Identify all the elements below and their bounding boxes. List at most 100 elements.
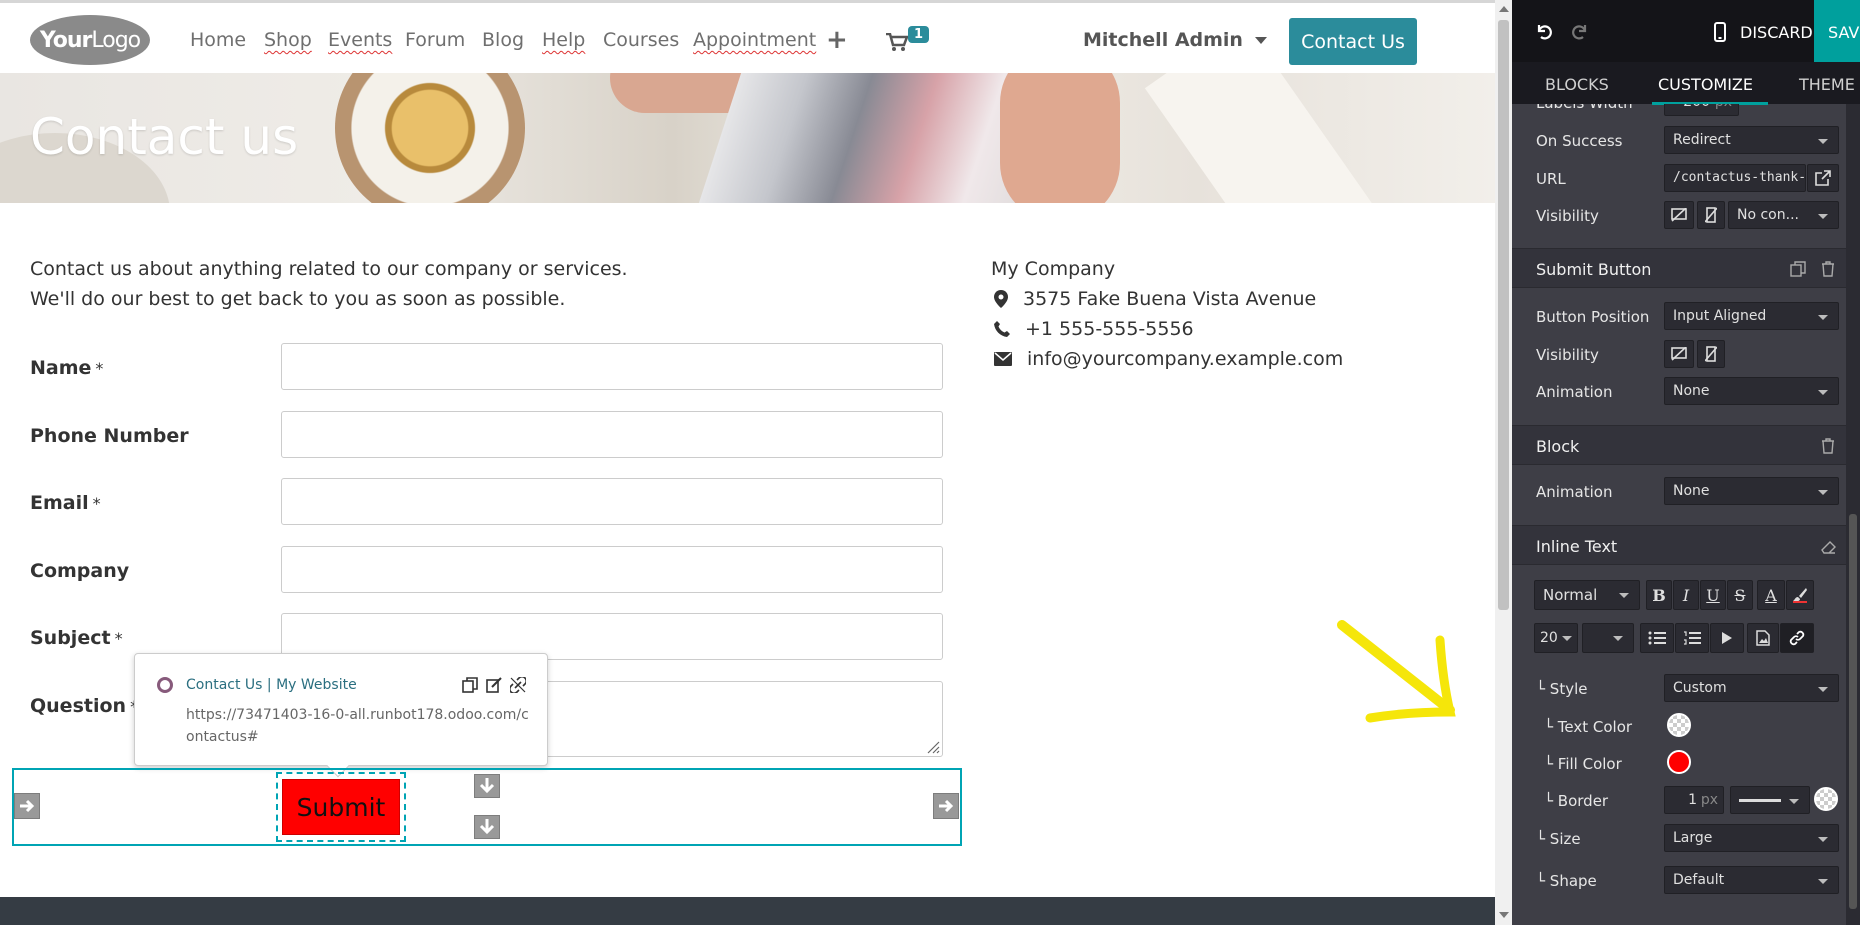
user-menu[interactable]: Mitchell Admin (1083, 29, 1267, 51)
company-phone: +1 555-555-5556 (1025, 318, 1194, 340)
scrollbar-thumb[interactable] (1498, 20, 1509, 610)
labels-width-input[interactable]: 200 px (1664, 104, 1739, 116)
arrow-down-icon (479, 819, 495, 835)
shape-select[interactable]: Default (1664, 866, 1839, 894)
underline-button[interactable]: U (1700, 580, 1726, 610)
size-label: └ Size (1536, 830, 1581, 848)
edit-link-icon[interactable] (486, 677, 502, 693)
unlink-icon[interactable] (510, 677, 526, 693)
site-footer (0, 897, 1495, 925)
border-label: └ Border (1544, 792, 1609, 810)
tab-blocks[interactable]: BLOCKS (1545, 75, 1609, 94)
nav-shop[interactable]: Shop (264, 29, 312, 51)
odoo-logo-icon (157, 677, 173, 693)
visibility-mobile-toggle[interactable] (1697, 201, 1725, 229)
nav-home[interactable]: Home (190, 29, 246, 51)
submit-visibility-mobile-toggle[interactable] (1697, 340, 1725, 368)
tab-customize[interactable]: CUSTOMIZE (1658, 75, 1753, 94)
italic-button[interactable]: I (1673, 580, 1699, 610)
nav-courses[interactable]: Courses (603, 29, 679, 51)
trash-icon[interactable] (1820, 438, 1836, 454)
site-scrollbar[interactable] (1495, 0, 1512, 925)
email-input[interactable] (281, 478, 943, 525)
text-color-swatch[interactable] (1667, 713, 1691, 737)
numbered-list-button[interactable] (1675, 623, 1709, 653)
popover-link-title[interactable]: Contact Us | My Website (186, 677, 357, 693)
checklist-button[interactable] (1710, 623, 1744, 653)
move-right-handle[interactable] (933, 793, 959, 819)
trash-icon[interactable] (1820, 261, 1836, 277)
block-animation-value: None (1673, 483, 1710, 499)
style-select[interactable]: Custom (1664, 674, 1839, 702)
labels-width-label: Labels Width (1536, 104, 1633, 112)
line-height-select[interactable] (1582, 623, 1634, 653)
save-button[interactable]: SAVE (1814, 0, 1860, 62)
block-animation-select[interactable]: None (1664, 477, 1839, 505)
copy-link-icon[interactable] (462, 677, 478, 693)
tab-theme[interactable]: THEME (1799, 75, 1855, 94)
chevron-down-icon (1789, 799, 1799, 804)
nav-appointment[interactable]: Appointment (693, 29, 816, 51)
cart-icon[interactable] (886, 33, 908, 51)
site-logo[interactable]: Your Logo (30, 15, 150, 65)
submit-button[interactable]: Submit (282, 779, 400, 835)
duplicate-icon[interactable] (1790, 261, 1806, 277)
fill-color-swatch[interactable] (1667, 750, 1691, 774)
chevron-down-icon (1619, 593, 1629, 598)
font-size-select[interactable]: 20 (1534, 623, 1578, 653)
resize-grip-icon[interactable] (926, 740, 940, 754)
link-button[interactable] (1780, 623, 1814, 653)
nav-blog[interactable]: Blog (482, 29, 524, 51)
bullet-list-button[interactable] (1640, 623, 1674, 653)
intro-line-1: Contact us about anything related to our… (30, 258, 628, 280)
nav-help[interactable]: Help (542, 29, 585, 51)
chevron-down-icon (1818, 390, 1828, 395)
insert-media-button[interactable] (1747, 623, 1779, 653)
phone-input[interactable] (281, 411, 943, 458)
discard-button[interactable]: DISCARD (1740, 23, 1813, 42)
font-style-select[interactable]: Normal (1534, 580, 1640, 610)
visibility-condition-select[interactable]: No con... (1728, 201, 1839, 229)
button-position-select[interactable]: Input Aligned (1664, 302, 1839, 330)
nav-events[interactable]: Events (328, 29, 392, 51)
field-label-subject: Subject * (30, 627, 123, 649)
visibility-desktop-toggle[interactable] (1664, 201, 1694, 229)
contact-us-button[interactable]: Contact Us (1289, 18, 1417, 65)
company-input[interactable] (281, 546, 943, 593)
url-input[interactable]: /contactus-thank-you (1664, 164, 1806, 192)
mobile-preview-icon[interactable] (1710, 22, 1730, 42)
highlight-color-button[interactable] (1786, 580, 1814, 610)
undo-icon[interactable] (1534, 22, 1554, 42)
move-down-handle-2[interactable] (474, 815, 500, 839)
text-color-button[interactable]: A (1757, 580, 1785, 610)
panel-scrollbar[interactable] (1846, 104, 1860, 925)
bold-button[interactable]: B (1646, 580, 1672, 610)
redo-icon[interactable] (1570, 22, 1590, 42)
nav-forum[interactable]: Forum (405, 29, 465, 51)
open-url-button[interactable] (1807, 164, 1839, 192)
px-unit: px (1700, 792, 1718, 808)
border-width-input[interactable]: 1 px (1664, 786, 1724, 814)
size-select[interactable]: Large (1664, 824, 1839, 852)
add-menu-plus-icon[interactable]: + (826, 25, 848, 55)
border-color-swatch[interactable] (1814, 787, 1838, 811)
visibility-label: Visibility (1536, 207, 1599, 225)
scroll-up-icon[interactable] (1499, 6, 1509, 12)
desktop-hidden-icon (1671, 347, 1687, 361)
fill-color-label: └ Fill Color (1544, 755, 1622, 773)
scroll-down-icon[interactable] (1499, 912, 1509, 918)
page-title: Contact us (30, 108, 299, 166)
panel-scrollbar-thumb[interactable] (1849, 514, 1857, 909)
name-input[interactable] (281, 343, 943, 390)
border-style-select[interactable] (1730, 786, 1810, 814)
strikethrough-button[interactable]: S (1727, 580, 1753, 610)
eraser-icon[interactable] (1820, 538, 1836, 554)
move-left-handle[interactable] (14, 793, 40, 819)
button-position-value: Input Aligned (1673, 308, 1767, 324)
submit-animation-select[interactable]: None (1664, 377, 1839, 405)
banner-decor-cup (335, 73, 525, 203)
move-down-handle[interactable] (474, 774, 500, 798)
on-success-select[interactable]: Redirect (1664, 126, 1839, 154)
user-caret-icon (1254, 37, 1267, 44)
submit-visibility-desktop-toggle[interactable] (1664, 340, 1694, 368)
